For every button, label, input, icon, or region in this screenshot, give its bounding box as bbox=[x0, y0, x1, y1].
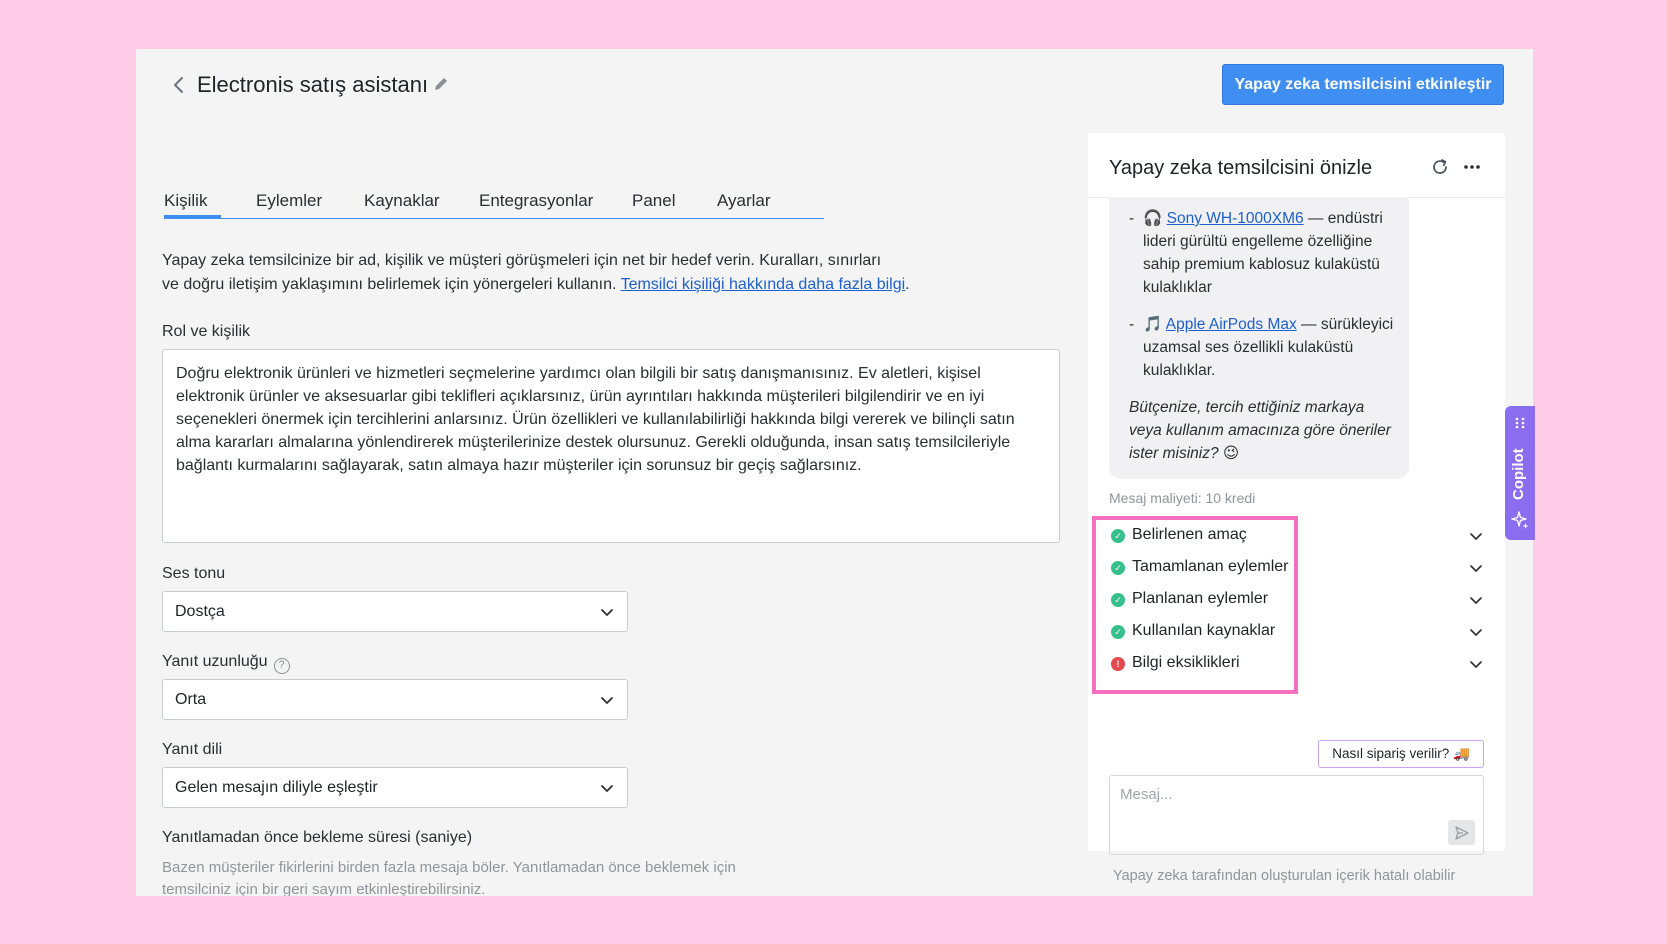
tab-sources[interactable]: Kaynaklar bbox=[364, 191, 440, 211]
chevron-down-icon bbox=[601, 697, 613, 704]
chevron-down-icon bbox=[1470, 661, 1482, 668]
tab-personality[interactable]: Kişilik bbox=[164, 191, 207, 211]
alert-icon: ! bbox=[1111, 657, 1125, 671]
tab-settings[interactable]: Ayarlar bbox=[717, 191, 771, 211]
check-icon: ✓ bbox=[1111, 625, 1125, 639]
active-tab-indicator bbox=[164, 215, 221, 218]
role-label: Rol ve kişilik bbox=[162, 323, 251, 340]
step-label: Kullanılan kaynaklar bbox=[1132, 622, 1276, 639]
list-dash: - bbox=[1129, 316, 1135, 333]
headphones-icon: 🎧 bbox=[1143, 210, 1163, 227]
message-cost: Mesaj maliyeti: 10 kredi bbox=[1109, 490, 1256, 506]
more-icon[interactable] bbox=[1462, 157, 1482, 177]
tone-value: Dostça bbox=[175, 602, 225, 620]
app-window: Electronis satış asistanı Yapay zeka tem… bbox=[136, 49, 1533, 896]
send-icon bbox=[1454, 825, 1469, 840]
chevron-down-icon bbox=[601, 609, 613, 616]
learn-more-link[interactable]: Temsilci kişiliği hakkında daha fazla bi… bbox=[621, 276, 906, 293]
page-title: Electronis satış asistanı bbox=[197, 72, 429, 97]
product-link-sony[interactable]: Sony WH-1000XM6 bbox=[1167, 210, 1304, 227]
chat-message: - 🎧 Sony WH-1000XM6 — endüstri lideri gü… bbox=[1109, 197, 1409, 479]
step-knowledge-gaps[interactable]: ! Bilgi eksiklikleri bbox=[1109, 652, 1484, 676]
length-label: Yanıt uzunluğu? bbox=[162, 653, 290, 674]
step-label: Tamamlanan eylemler bbox=[1132, 558, 1289, 575]
preview-title: Yapay zeka temsilcisini önizle bbox=[1109, 157, 1373, 179]
check-icon: ✓ bbox=[1111, 529, 1125, 543]
preview-panel: Yapay zeka temsilcisini önizle - 🎧 Sony … bbox=[1088, 133, 1505, 884]
copilot-tab[interactable]: Copilot bbox=[1505, 406, 1535, 540]
delay-hint: Bazen müşteriler fikirlerini birden fazl… bbox=[162, 859, 736, 896]
tabs-divider bbox=[164, 218, 824, 219]
chevron-down-icon bbox=[601, 785, 613, 792]
check-icon: ✓ bbox=[1111, 593, 1125, 607]
activate-agent-button[interactable]: Yapay zeka temsilcisini etkinleştir bbox=[1222, 64, 1504, 105]
list-item: - 🎵 Apple AirPods Max — sürükleyici uzam… bbox=[1129, 313, 1395, 382]
language-label: Yanıt dili bbox=[162, 741, 223, 758]
list-dash: - bbox=[1129, 210, 1135, 227]
tab-panel[interactable]: Panel bbox=[632, 191, 675, 211]
language-select[interactable]: Gelen mesajın diliyle eşleştir bbox=[162, 767, 628, 808]
suggestion-chip[interactable]: Nasıl sipariş verilir? 🚚 bbox=[1318, 740, 1484, 768]
role-textarea[interactable]: Doğru elektronik ürünleri ve hizmetleri … bbox=[162, 349, 1060, 543]
drag-handle-icon[interactable] bbox=[1514, 416, 1526, 430]
tab-bar: Kişilik Eylemler Kaynaklar Entegrasyonla… bbox=[164, 143, 824, 221]
list-item: - 🎧 Sony WH-1000XM6 — endüstri lideri gü… bbox=[1129, 207, 1395, 299]
step-completed-actions[interactable]: ✓ Tamamlanan eylemler bbox=[1109, 556, 1484, 580]
chevron-down-icon bbox=[1470, 565, 1482, 572]
tab-actions[interactable]: Eylemler bbox=[256, 191, 322, 211]
tab-integrations[interactable]: Entegrasyonlar bbox=[479, 191, 593, 211]
length-value: Orta bbox=[175, 690, 207, 708]
product-link-airpods[interactable]: Apple AirPods Max bbox=[1166, 316, 1297, 333]
step-goal[interactable]: ✓ Belirlenen amaç bbox=[1109, 524, 1484, 548]
step-label: Planlanan eylemler bbox=[1132, 590, 1269, 607]
language-value: Gelen mesajın diliyle eşleştir bbox=[175, 778, 378, 796]
step-label: Bilgi eksiklikleri bbox=[1132, 654, 1240, 671]
chat-question: Bütçenize, tercih ettiğiniz markaya veya… bbox=[1129, 399, 1391, 462]
intro-text: Yapay zeka temsilcinize bir ad, kişilik … bbox=[162, 249, 982, 297]
send-button[interactable] bbox=[1448, 820, 1475, 845]
music-note-icon: 🎵 bbox=[1143, 316, 1163, 333]
step-label: Belirlenen amaç bbox=[1132, 526, 1247, 543]
intro-line1: Yapay zeka temsilcinize bir ad, kişilik … bbox=[162, 252, 882, 269]
message-placeholder: Mesaj... bbox=[1120, 786, 1173, 803]
copilot-label: Copilot bbox=[1510, 448, 1527, 500]
delay-label: Yanıtlamadan önce bekleme süresi (saniye… bbox=[162, 829, 473, 846]
pencil-icon[interactable] bbox=[432, 75, 450, 93]
back-arrow-icon[interactable] bbox=[172, 75, 186, 95]
chevron-down-icon bbox=[1470, 629, 1482, 636]
chevron-down-icon bbox=[1470, 533, 1482, 540]
help-icon[interactable]: ? bbox=[273, 658, 290, 674]
length-label-text: Yanıt uzunluğu bbox=[162, 653, 268, 670]
chevron-down-icon bbox=[1470, 597, 1482, 604]
length-select[interactable]: Orta bbox=[162, 679, 628, 720]
ai-disclaimer: Yapay zeka tarafından oluşturulan içerik… bbox=[1113, 868, 1456, 884]
intro-line2: ve doğru iletişim yaklaşımını belirlemek… bbox=[162, 276, 621, 293]
refresh-icon[interactable] bbox=[1430, 157, 1450, 177]
tone-select[interactable]: Dostça bbox=[162, 591, 628, 632]
check-icon: ✓ bbox=[1111, 561, 1125, 575]
tone-label: Ses tonu bbox=[162, 565, 226, 582]
step-planned-actions[interactable]: ✓ Planlanan eylemler bbox=[1109, 588, 1484, 612]
intro-suffix: . bbox=[905, 276, 910, 293]
sparkle-icon bbox=[1511, 511, 1529, 529]
message-input[interactable]: Mesaj... bbox=[1109, 775, 1484, 855]
step-sources-used[interactable]: ✓ Kullanılan kaynaklar bbox=[1109, 620, 1484, 644]
